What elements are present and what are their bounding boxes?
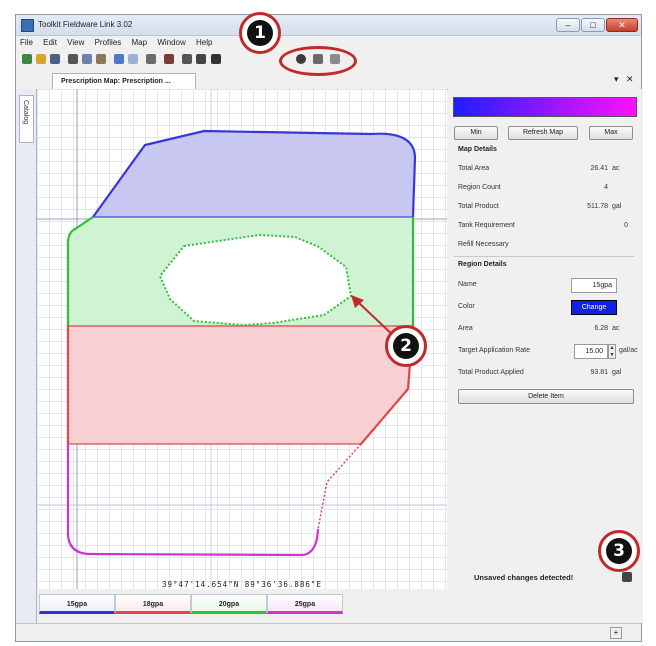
menu-profiles[interactable]: Profiles bbox=[91, 36, 126, 49]
app-icon bbox=[21, 19, 34, 32]
export-icon[interactable] bbox=[164, 54, 174, 64]
target-rate-label: Target Application Rate bbox=[458, 347, 530, 354]
menu-edit[interactable]: Edit bbox=[39, 36, 61, 49]
redo-icon[interactable] bbox=[128, 54, 138, 64]
menu-file[interactable]: File bbox=[16, 36, 37, 49]
region-count-label: Region Count bbox=[458, 184, 501, 191]
min-button[interactable]: Min bbox=[454, 126, 498, 140]
menu-help[interactable]: Help bbox=[192, 36, 216, 49]
menu-map[interactable]: Map bbox=[128, 36, 152, 49]
color-label: Color bbox=[458, 303, 475, 310]
color-scale-bar bbox=[453, 97, 637, 117]
globe-icon[interactable] bbox=[182, 54, 192, 64]
user-icon[interactable] bbox=[196, 54, 206, 64]
tab-close-icon[interactable]: ✕ bbox=[626, 74, 634, 85]
target-rate-unit: gal/ac bbox=[619, 347, 638, 354]
unsaved-changes-status: Unsaved changes detected! bbox=[474, 573, 574, 582]
tank-requirement-label: Tank Requirement bbox=[458, 222, 515, 229]
save-icon[interactable] bbox=[50, 54, 60, 64]
status-bar: + bbox=[16, 623, 641, 642]
copy-icon[interactable] bbox=[82, 54, 92, 64]
area-label: Area bbox=[458, 325, 473, 332]
legend-item-20gpa[interactable]: 20gpa bbox=[191, 594, 267, 614]
tank-requirement-value: 0 bbox=[624, 222, 628, 229]
callout-3: 3 bbox=[598, 530, 640, 572]
paste-icon[interactable] bbox=[96, 54, 106, 64]
cut-icon[interactable] bbox=[68, 54, 78, 64]
total-product-applied-value: 93.81 bbox=[590, 369, 608, 376]
panel-divider bbox=[454, 256, 634, 257]
total-product-unit: gal bbox=[612, 203, 622, 210]
change-color-button[interactable]: Change bbox=[571, 300, 617, 315]
field-boundary-white-edge bbox=[66, 444, 90, 556]
total-product-label: Total Product bbox=[458, 203, 499, 210]
total-product-value: 511.78 bbox=[587, 203, 608, 210]
rate-legend: 15gpa 18gpa 20gpa 25gpa bbox=[37, 593, 643, 615]
max-button[interactable]: Max bbox=[589, 126, 633, 140]
callout-2: 2 bbox=[385, 325, 427, 367]
callout-1: 1 bbox=[239, 12, 281, 54]
map-details-heading: Map Details bbox=[458, 146, 497, 153]
tab-prescription-map[interactable]: Prescription Map: Prescription ... bbox=[52, 73, 196, 89]
total-area-label: Total Area bbox=[458, 165, 490, 172]
toolbar-highlight-ring bbox=[279, 46, 357, 76]
application-window: Toolkit Fieldware Link 3.02 – □ ✕ File E… bbox=[15, 14, 643, 642]
new-icon[interactable] bbox=[22, 54, 32, 64]
refresh-map-button[interactable]: Refresh Map bbox=[508, 126, 578, 140]
total-product-applied-label: Total Product Applied bbox=[458, 369, 524, 376]
region-name-input[interactable]: 15gpa bbox=[571, 278, 617, 293]
region-area-value: 6.28 bbox=[594, 325, 608, 332]
legend-item-18gpa[interactable]: 18gpa bbox=[115, 594, 191, 614]
save-status-icon[interactable] bbox=[622, 572, 632, 582]
maximize-button[interactable]: □ bbox=[581, 18, 605, 32]
refill-necessary-label: Refill Necessary bbox=[458, 241, 509, 248]
zoom-in-icon[interactable]: + bbox=[610, 627, 622, 639]
region-red-fill[interactable] bbox=[68, 325, 413, 444]
delete-item-button[interactable]: Delete Item bbox=[458, 389, 634, 404]
region-area-unit: ac bbox=[612, 325, 620, 332]
side-tab-catalog[interactable]: Catalog bbox=[19, 95, 34, 143]
close-button[interactable]: ✕ bbox=[606, 18, 638, 32]
window-title: Toolkit Fieldware Link 3.02 bbox=[38, 20, 133, 29]
coordinates-readout: 39°47'14.654"N 89°36'36.886"E bbox=[162, 580, 322, 589]
legend-item-15gpa[interactable]: 15gpa bbox=[39, 594, 115, 614]
total-area-unit: ac bbox=[612, 165, 620, 172]
edit-icon[interactable] bbox=[146, 54, 156, 64]
total-area-value: 26.41 bbox=[590, 165, 608, 172]
menu-view[interactable]: View bbox=[63, 36, 88, 49]
undo-icon[interactable] bbox=[114, 54, 124, 64]
tab-dropdown-icon[interactable]: ▾ bbox=[614, 74, 619, 85]
region-count-value: 4 bbox=[604, 184, 608, 191]
total-product-applied-unit: gal bbox=[612, 369, 622, 376]
side-panel-strip: Catalog bbox=[16, 89, 37, 623]
field-boundary-lower-dotted bbox=[317, 443, 362, 530]
device-icon[interactable] bbox=[211, 54, 221, 64]
title-bar: Toolkit Fieldware Link 3.02 – □ ✕ bbox=[16, 15, 641, 36]
legend-item-25gpa[interactable]: 25gpa bbox=[267, 594, 343, 614]
region-details-heading: Region Details bbox=[458, 261, 507, 268]
menu-window[interactable]: Window bbox=[153, 36, 189, 49]
region-blue-fill[interactable] bbox=[93, 131, 415, 217]
field-boundary-pink-edge bbox=[88, 528, 320, 557]
rate-spinner-icon[interactable]: ▲ ▼ bbox=[608, 344, 616, 359]
name-label: Name bbox=[458, 281, 477, 288]
open-folder-icon[interactable] bbox=[36, 54, 46, 64]
minimize-button[interactable]: – bbox=[556, 18, 580, 32]
target-rate-input[interactable]: 15.00 bbox=[574, 344, 608, 359]
